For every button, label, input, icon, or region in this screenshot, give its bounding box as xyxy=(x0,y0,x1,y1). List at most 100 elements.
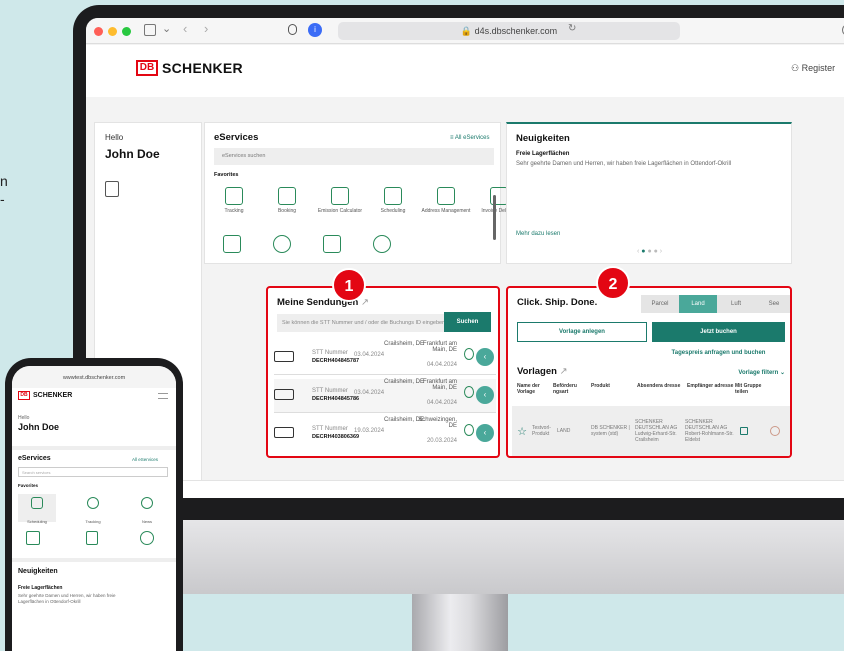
external-link-icon[interactable]: ↗ xyxy=(361,297,369,308)
monitor-chin xyxy=(100,512,844,594)
daily-rates-link[interactable]: Tagespreis anfragen und buchen xyxy=(652,350,785,356)
monitor-bottom-bezel xyxy=(79,498,844,520)
tile-address-management[interactable]: Address Management xyxy=(421,187,471,214)
transport-mode-tabs: Parcel Land Luft See xyxy=(641,295,790,313)
news-headline: Freie Lagerflächen xyxy=(516,151,570,157)
address-bar[interactable]: 🔒 d4s.dbschenker.com xyxy=(338,22,680,40)
shipment-row[interactable]: STT Nummer DECRH404845786 03.04.2024 Cra… xyxy=(274,379,496,413)
search-button[interactable]: Suchen xyxy=(444,312,491,332)
track-icon[interactable] xyxy=(464,424,474,436)
stt-search-input[interactable]: Sie können die STT Nummer und / oder die… xyxy=(277,314,449,332)
close-dot[interactable] xyxy=(94,27,103,36)
create-template-button[interactable]: Vorlage anlegen xyxy=(517,322,647,342)
phone-tile-news[interactable]: News xyxy=(128,494,166,524)
shipment-row[interactable]: STT Nummer DECRH404845787 03.04.2024 Cra… xyxy=(274,341,496,375)
address-book-icon xyxy=(437,187,455,205)
news-text: Sehr geehrte Damen und Herren, wir haben… xyxy=(516,161,732,167)
phone-news-text: Sehr geehrte Damen und Herren, wir haben… xyxy=(18,593,116,604)
hello-label: Hello xyxy=(105,133,124,142)
external-link-icon[interactable]: ↗ xyxy=(560,366,568,377)
page-footer xyxy=(86,480,844,498)
db-logo[interactable]: DB xyxy=(136,60,158,76)
eservices-title: eServices xyxy=(214,132,259,143)
tile-emission-calculator[interactable]: Emission Calculator xyxy=(315,187,365,214)
user-icon: ⚇ xyxy=(791,63,802,73)
callout-badge-1: 1 xyxy=(332,268,366,302)
settings-gear-icon[interactable] xyxy=(273,235,291,253)
track-icon[interactable] xyxy=(464,348,474,360)
extension-icon[interactable]: i xyxy=(308,23,322,37)
phone-eservices-title: eServices xyxy=(18,455,51,462)
forward-icon[interactable]: › xyxy=(204,21,208,36)
tab-see[interactable]: See xyxy=(755,295,790,313)
news-more-link[interactable]: Mehr dazu lesen xyxy=(516,231,560,237)
tile-tracking[interactable]: Tracking xyxy=(209,187,259,214)
phone-tile-tracking[interactable]: Tracking xyxy=(74,494,112,524)
truck-icon xyxy=(274,351,294,362)
templates-table-header: Name der Vorlage Beförderu ngsart Produk… xyxy=(517,383,762,395)
phone-favorites-label: Favorites xyxy=(18,483,39,488)
click-ship-card: Click. Ship. Done. Parcel Land Luft See … xyxy=(506,286,792,458)
news-icon xyxy=(141,497,153,509)
dashboard-icon[interactable] xyxy=(105,181,119,197)
side-text: n - xyxy=(0,173,8,207)
row-action-button[interactable]: ‹ xyxy=(476,348,494,366)
news-title: Neuigkeiten xyxy=(516,133,570,144)
phone-news-headline: Freie Lagerflächen xyxy=(18,585,63,591)
tracking-icon xyxy=(225,187,243,205)
co2-icon[interactable] xyxy=(26,531,40,545)
phone-all-eservices-link[interactable]: All eServices xyxy=(132,457,158,462)
register-link[interactable]: ⚇ Register xyxy=(791,63,835,74)
phone-address-bar[interactable]: wwwtest.dbschenker.com xyxy=(12,366,176,388)
tile-scheduling[interactable]: Scheduling xyxy=(368,187,418,214)
sidebar-toggle-icon[interactable] xyxy=(144,24,156,36)
row-action-button[interactable]: ‹ xyxy=(476,424,494,442)
phone-screen: wwwtest.dbschenker.com DB SCHENKER Hello… xyxy=(12,366,176,651)
book-now-button[interactable]: Jetzt buchen xyxy=(652,322,785,342)
carousel-dots[interactable]: ‹ ● ● ● › xyxy=(637,248,662,255)
co2-icon xyxy=(331,187,349,205)
phone-search-input[interactable]: Search services xyxy=(18,467,168,477)
document-search-icon[interactable] xyxy=(140,531,154,545)
row-action-button[interactable]: ‹ xyxy=(476,386,494,404)
phone-user-name: John Doe xyxy=(18,422,60,432)
shipment-row[interactable]: STT Nummer DECRH403806369 19.03.2024 Cra… xyxy=(274,417,496,451)
invoice-icon[interactable] xyxy=(86,531,98,545)
booking-icon xyxy=(278,187,296,205)
star-icon[interactable]: ☆ xyxy=(512,425,532,438)
track-icon[interactable] xyxy=(464,386,474,398)
phone-tile-scheduling[interactable]: Scheduling xyxy=(18,494,56,524)
all-eservices-link[interactable]: ≡ All eServices xyxy=(450,135,490,141)
template-row[interactable]: ☆ Testvorl-Produkt LAND DB SCHENKER | sy… xyxy=(512,406,790,456)
user-name: John Doe xyxy=(105,147,160,161)
tile-booking[interactable]: Booking xyxy=(262,187,312,214)
news-card: Neuigkeiten Freie Lagerflächen Sehr geeh… xyxy=(506,122,792,264)
back-icon[interactable]: ‹ xyxy=(183,21,187,36)
share-checkbox[interactable] xyxy=(740,427,748,435)
hamburger-icon[interactable] xyxy=(158,393,168,399)
play-icon[interactable] xyxy=(770,426,780,436)
monitor-screen: ⌄ ‹ › i 🔒 d4s.dbschenker.com ↻ DB SCHENK… xyxy=(86,18,844,498)
file-icon[interactable] xyxy=(323,235,341,253)
scrollbar[interactable] xyxy=(493,195,496,240)
document-search-icon[interactable] xyxy=(223,235,241,253)
zoom-dot[interactable] xyxy=(122,27,131,36)
reload-icon[interactable]: ↻ xyxy=(568,23,576,34)
news-icon[interactable] xyxy=(373,235,391,253)
chevron-down-icon[interactable]: ⌄ xyxy=(162,22,171,35)
filter-templates-dropdown[interactable]: Vorlage filtern ⌄ xyxy=(708,369,785,376)
monitor-stand xyxy=(412,594,508,651)
favorites-label: Favorites xyxy=(214,172,239,178)
tab-parcel[interactable]: Parcel xyxy=(641,295,679,313)
phone-db-logo[interactable]: DB xyxy=(18,391,30,400)
truck-icon xyxy=(274,389,294,400)
phone-brand-name: SCHENKER xyxy=(33,392,73,399)
eservices-search-input[interactable]: eServices suchen xyxy=(214,148,494,165)
brand-name: SCHENKER xyxy=(162,60,243,76)
more-tiles xyxy=(223,235,391,253)
tab-luft[interactable]: Luft xyxy=(717,295,755,313)
minimize-dot[interactable] xyxy=(108,27,117,36)
click-ship-title: Click. Ship. Done. xyxy=(517,297,598,308)
lock-icon: 🔒 xyxy=(460,26,475,36)
tab-land[interactable]: Land xyxy=(679,295,717,313)
